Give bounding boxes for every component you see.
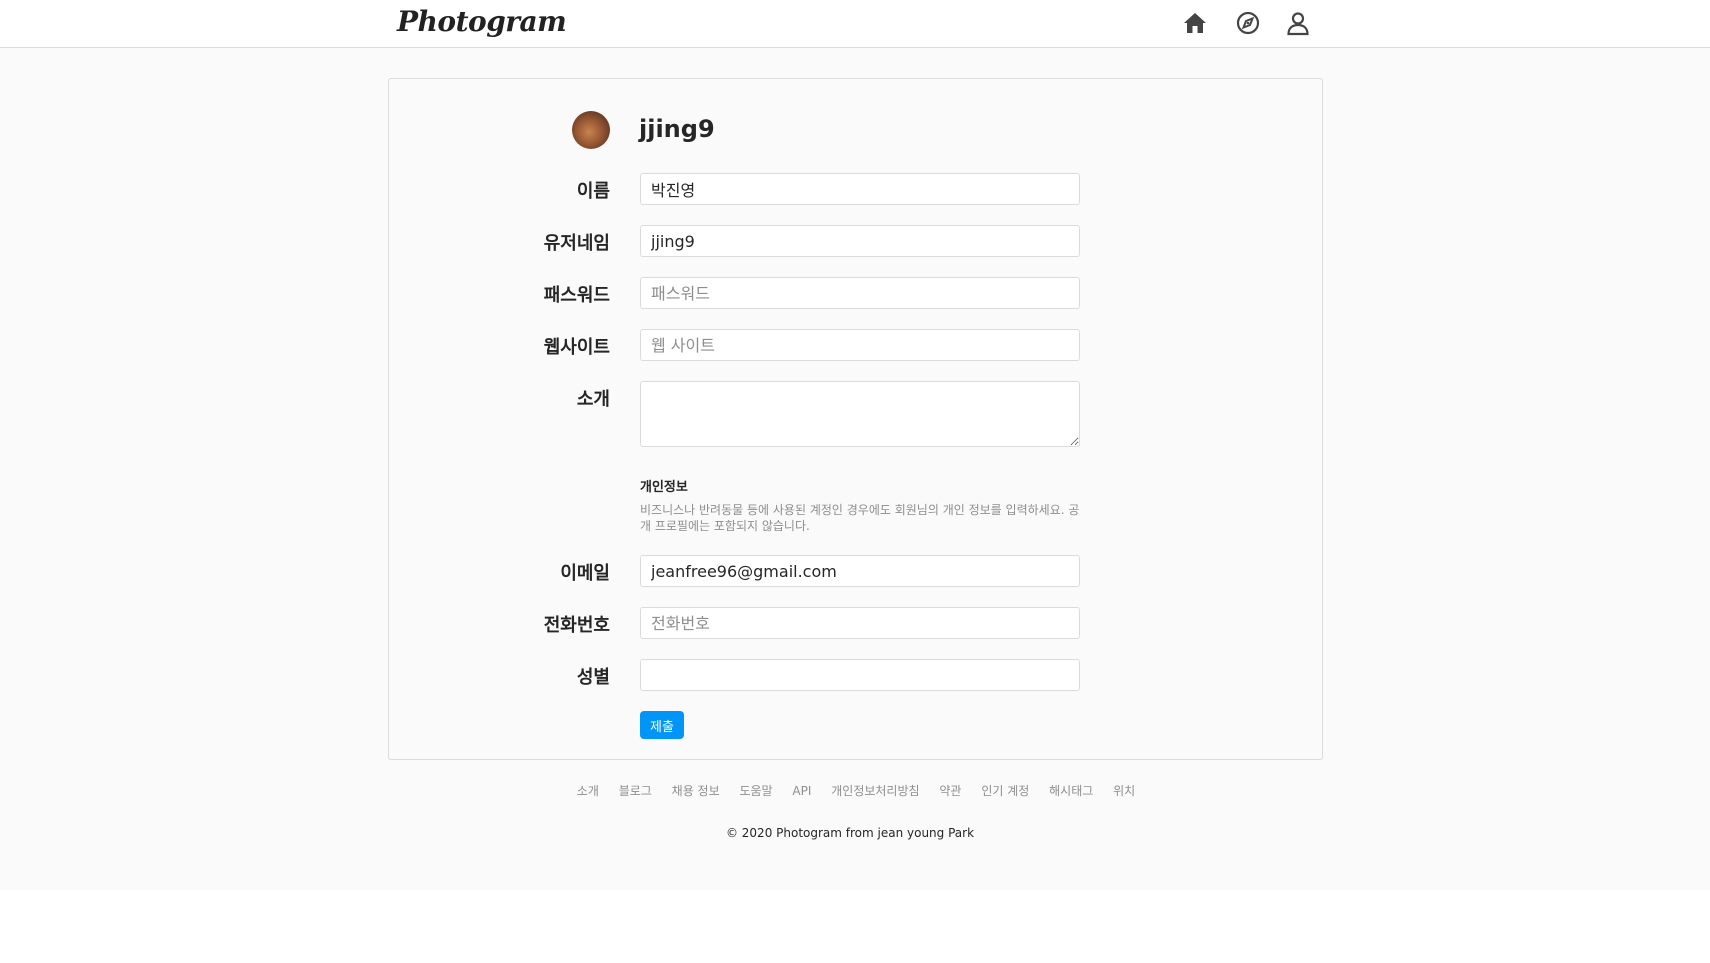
email-label: 이메일 xyxy=(560,563,610,584)
footer-link-top-accounts[interactable]: 인기 계정 xyxy=(981,784,1029,798)
password-field[interactable] xyxy=(640,277,1080,309)
username-field[interactable] xyxy=(640,225,1080,257)
home-icon[interactable] xyxy=(1182,10,1208,36)
footer-link-privacy[interactable]: 개인정보처리방침 xyxy=(831,784,919,798)
bio-label: 소개 xyxy=(576,389,610,410)
footer-link-api[interactable]: API xyxy=(792,784,811,798)
bio-textarea[interactable] xyxy=(640,381,1080,447)
avatar[interactable] xyxy=(572,111,610,149)
top-header: Photogram xyxy=(0,0,1710,48)
footer-link-blog[interactable]: 블로그 xyxy=(619,784,652,798)
gender-label: 성별 xyxy=(576,667,610,688)
username-label: 유저네임 xyxy=(543,233,610,254)
email-field[interactable] xyxy=(640,555,1080,587)
website-label: 웹사이트 xyxy=(543,337,610,358)
copyright-text: © 2020 Photogram from jean young Park xyxy=(725,826,975,840)
footer-link-hashtags[interactable]: 해시태그 xyxy=(1049,784,1093,798)
website-field[interactable] xyxy=(640,329,1080,361)
phone-field[interactable] xyxy=(640,607,1080,639)
footer-link-terms[interactable]: 약관 xyxy=(939,784,961,798)
footer-link-jobs[interactable]: 채용 정보 xyxy=(672,784,720,798)
footer-link-about[interactable]: 소개 xyxy=(577,784,599,798)
explore-icon[interactable] xyxy=(1235,10,1261,36)
private-info-title: 개인정보 xyxy=(640,480,688,495)
footer-link-help[interactable]: 도움말 xyxy=(739,784,772,798)
footer-links: 소개 블로그 채용 정보 도움말 API 개인정보처리방침 약관 인기 계정 해… xyxy=(0,782,1710,799)
name-label: 이름 xyxy=(576,181,610,202)
private-info-description: 비즈니스나 반려동물 등에 사용된 계정인 경우에도 회원님의 개인 정보를 입… xyxy=(640,503,1080,533)
name-field[interactable] xyxy=(640,173,1080,205)
phone-label: 전화번호 xyxy=(543,615,610,636)
gender-field[interactable] xyxy=(640,659,1080,691)
footer-link-locations[interactable]: 위치 xyxy=(1113,784,1135,798)
user-icon[interactable] xyxy=(1285,10,1311,36)
profile-username: jjing9 xyxy=(639,115,715,143)
password-label: 패스워드 xyxy=(543,285,610,306)
photogram-logo[interactable]: Photogram xyxy=(397,0,567,44)
submit-button[interactable]: 제출 xyxy=(640,711,684,739)
